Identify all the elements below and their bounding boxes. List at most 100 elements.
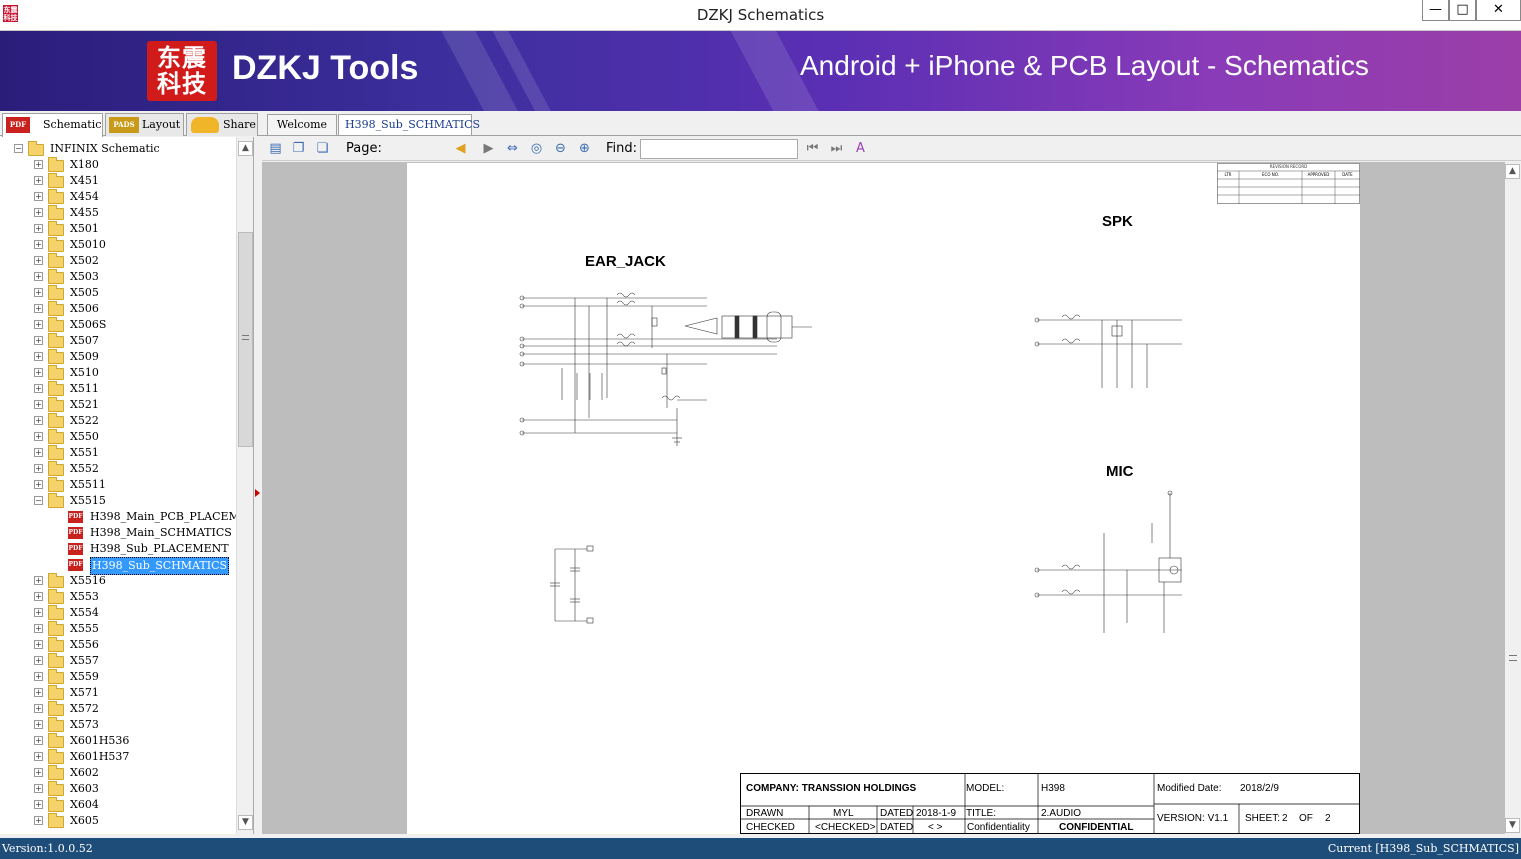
expand-icon[interactable]: + (34, 592, 43, 601)
expand-icon[interactable]: + (34, 624, 43, 633)
tab-schematic[interactable]: PDF Schematic (2, 113, 103, 137)
expand-icon[interactable]: + (34, 416, 43, 425)
expand-icon[interactable]: + (34, 672, 43, 681)
expand-icon[interactable]: + (34, 336, 43, 345)
highlight-icon[interactable]: A (852, 140, 869, 157)
expand-icon[interactable]: + (34, 208, 43, 217)
tree-file-h398-sub-schmatics[interactable]: PDF H398_Sub_SCHMATICS (0, 557, 236, 575)
expand-icon[interactable]: + (34, 240, 43, 249)
tree-folder-x605[interactable]: + X605 (0, 813, 236, 829)
tree-folder-x552[interactable]: + X552 (0, 461, 236, 477)
expand-icon[interactable]: + (34, 288, 43, 297)
tree-folder-x503[interactable]: + X503 (0, 269, 236, 285)
schematic-tree[interactable]: − INFINIX Schematic + X180 + X451 + X454 + X455 + X… (0, 137, 236, 834)
tree-folder-x505[interactable]: + X505 (0, 285, 236, 301)
copy-page-icon[interactable]: ❐ (290, 140, 307, 157)
tree-folder-x572[interactable]: + X572 (0, 701, 236, 717)
expand-icon[interactable]: + (34, 704, 43, 713)
scroll-up-icon[interactable]: ▲ (238, 141, 253, 156)
expand-icon[interactable]: + (34, 480, 43, 489)
tree-folder-x555[interactable]: + X555 (0, 621, 236, 637)
tree-folder-x502[interactable]: + X502 (0, 253, 236, 269)
tree-folder-x506[interactable]: + X506 (0, 301, 236, 317)
previous-page-icon[interactable]: ◀ (452, 140, 469, 157)
tab-layout[interactable]: PADS Layout (105, 113, 184, 136)
tree-folder-x573[interactable]: + X573 (0, 717, 236, 733)
fit-width-icon[interactable]: ⇔ (504, 140, 521, 157)
expand-icon[interactable]: + (34, 720, 43, 729)
tree-folder-x601h537[interactable]: + X601H537 (0, 749, 236, 765)
tree-folder-x571[interactable]: + X571 (0, 685, 236, 701)
expand-icon[interactable]: + (34, 656, 43, 665)
expand-icon[interactable]: + (34, 432, 43, 441)
tab-share[interactable]: Share (186, 113, 258, 136)
tree-folder-x601h536[interactable]: + X601H536 (0, 733, 236, 749)
tree-folder-x602[interactable]: + X602 (0, 765, 236, 781)
expand-icon[interactable]: + (34, 608, 43, 617)
tree-folder-x511[interactable]: + X511 (0, 381, 236, 397)
minimize-button[interactable]: — (1422, 0, 1449, 21)
expand-icon[interactable]: + (34, 752, 43, 761)
find-input[interactable] (640, 139, 798, 159)
tree-folder-x522[interactable]: + X522 (0, 413, 236, 429)
tree-folder-x455[interactable]: + X455 (0, 205, 236, 221)
expand-icon[interactable]: + (34, 160, 43, 169)
viewer-scroll-down-icon[interactable]: ▼ (1505, 818, 1520, 833)
viewer-scrollbar[interactable]: ▲ ▼ (1505, 162, 1521, 834)
expand-icon[interactable]: + (34, 448, 43, 457)
tree-folder-x553[interactable]: + X553 (0, 589, 236, 605)
expand-icon[interactable]: + (34, 224, 43, 233)
collapse-arrow-icon[interactable] (255, 489, 260, 497)
tree-folder-x451[interactable]: + X451 (0, 173, 236, 189)
expand-icon[interactable]: + (34, 352, 43, 361)
tree-folder-x551[interactable]: + X551 (0, 445, 236, 461)
tree-folder-x507[interactable]: + X507 (0, 333, 236, 349)
tree-folder-x5516[interactable]: + X5516 (0, 573, 236, 589)
zoom-in-icon[interactable]: ⊕ (576, 140, 593, 157)
tree-folder-x5515[interactable]: − X5515 (0, 493, 236, 509)
zoom-out-icon[interactable]: ⊖ (552, 140, 569, 157)
expand-icon[interactable]: + (34, 176, 43, 185)
tree-folder-x521[interactable]: + X521 (0, 397, 236, 413)
expand-icon[interactable]: + (34, 688, 43, 697)
expand-icon[interactable]: + (34, 640, 43, 649)
maximize-button[interactable]: □ (1449, 0, 1476, 21)
find-previous-icon[interactable]: ⏮ (804, 140, 821, 157)
collapse-icon[interactable]: − (14, 144, 23, 153)
tree-folder-x604[interactable]: + X604 (0, 797, 236, 813)
panel-splitter[interactable] (254, 137, 262, 834)
close-button[interactable]: ✕ (1476, 0, 1521, 21)
find-next-icon[interactable]: ⏭ (828, 140, 845, 157)
doc-tab-welcome[interactable]: Welcome (267, 114, 337, 135)
expand-icon[interactable]: + (34, 272, 43, 281)
collapse-icon[interactable]: − (34, 496, 43, 505)
next-page-icon[interactable]: ▶ (480, 140, 497, 157)
tree-root[interactable]: − INFINIX Schematic (0, 141, 236, 157)
page-icon[interactable]: ▤ (267, 140, 284, 157)
tree-folder-x603[interactable]: + X603 (0, 781, 236, 797)
scroll-down-icon[interactable]: ▼ (238, 815, 253, 830)
tree-folder-x5511[interactable]: + X5511 (0, 477, 236, 493)
doc-tab-h398-sub[interactable]: H398_Sub_SCHMATICS× (338, 114, 480, 151)
expand-icon[interactable]: + (34, 736, 43, 745)
expand-icon[interactable]: + (34, 304, 43, 313)
tree-scrollbar[interactable]: ▲ ▼ (236, 137, 253, 834)
expand-icon[interactable]: + (34, 192, 43, 201)
expand-icon[interactable]: + (34, 256, 43, 265)
expand-icon[interactable]: + (34, 368, 43, 377)
tree-folder-x509[interactable]: + X509 (0, 349, 236, 365)
tree-folder-x559[interactable]: + X559 (0, 669, 236, 685)
expand-icon[interactable]: + (34, 768, 43, 777)
tree-folder-x180[interactable]: + X180 (0, 157, 236, 173)
tree-folder-x557[interactable]: + X557 (0, 653, 236, 669)
tree-folder-x510[interactable]: + X510 (0, 365, 236, 381)
tree-file-h398-sub-placement[interactable]: PDF H398_Sub_PLACEMENT (0, 541, 236, 557)
fit-page-icon[interactable]: ◎ (528, 140, 545, 157)
tree-folder-x550[interactable]: + X550 (0, 429, 236, 445)
viewer-scroll-up-icon[interactable]: ▲ (1505, 164, 1520, 179)
expand-icon[interactable]: + (34, 784, 43, 793)
tree-folder-x554[interactable]: + X554 (0, 605, 236, 621)
tree-folder-x556[interactable]: + X556 (0, 637, 236, 653)
tree-folder-x454[interactable]: + X454 (0, 189, 236, 205)
tree-folder-x5010[interactable]: + X5010 (0, 237, 236, 253)
